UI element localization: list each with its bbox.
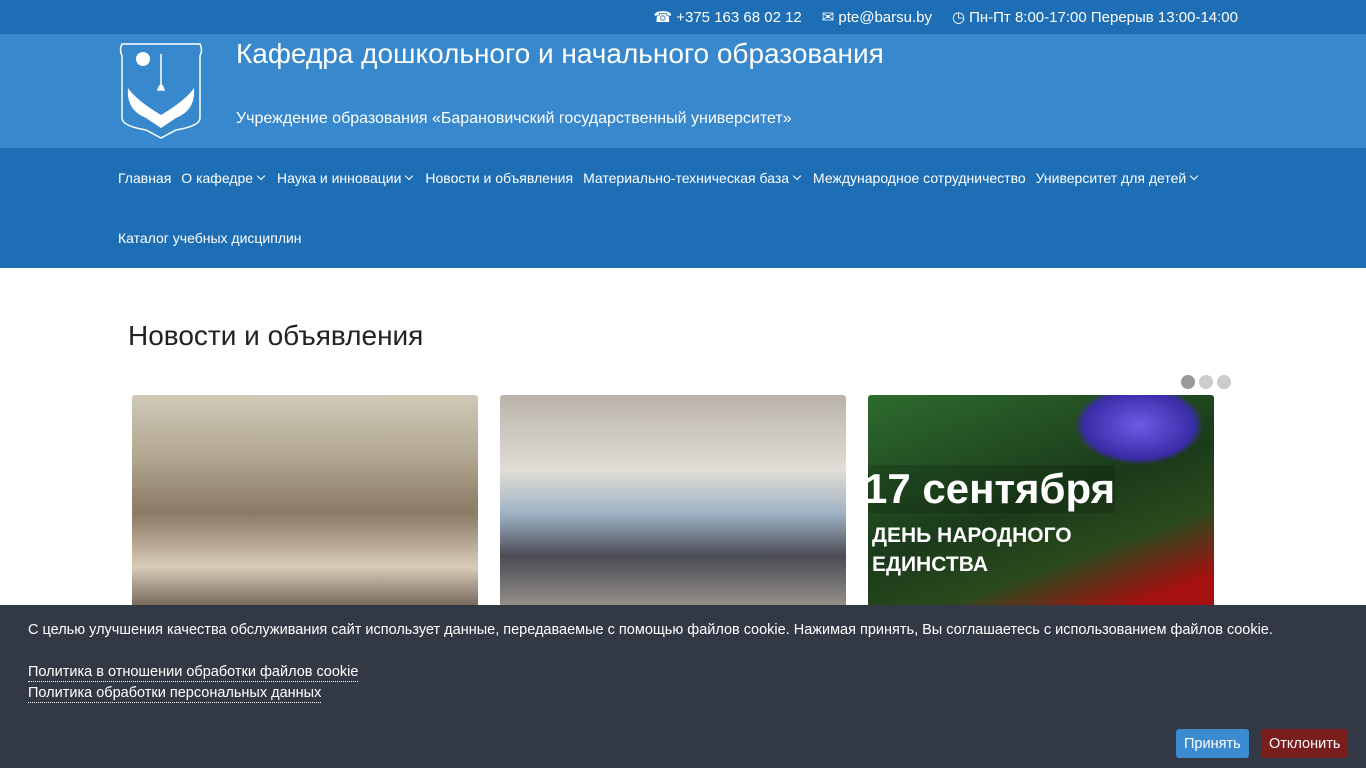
accept-button[interactable]: Принять bbox=[1176, 729, 1249, 758]
email[interactable]: ✉ pte@barsu.by bbox=[821, 8, 932, 27]
nav-item[interactable]: О кафедре bbox=[181, 170, 267, 186]
main-nav: Главная О кафедре Наука и инновации Новости… bbox=[0, 148, 1366, 268]
cookie-policy-link[interactable]: Политика в отношении обработки файлов co… bbox=[28, 664, 359, 682]
news-card-image[interactable] bbox=[500, 395, 846, 610]
header: Кафедра дошкольного и начального образов… bbox=[0, 34, 1366, 148]
privacy-policy-link[interactable]: Политика обработки персональных данных bbox=[28, 685, 322, 703]
nav-item[interactable]: Университет для детей bbox=[1036, 170, 1201, 186]
nav-item-catalog[interactable]: Каталог учебных дисциплин bbox=[118, 230, 302, 246]
slider-dot[interactable] bbox=[1217, 375, 1231, 389]
site-title[interactable]: Кафедра дошкольного и начального образов… bbox=[236, 38, 884, 70]
nav-item[interactable]: Наука и инновации bbox=[277, 170, 415, 186]
nav-item[interactable]: Международное сотрудничество bbox=[813, 170, 1026, 186]
news-card-image[interactable]: 17 сентября ДЕНЬ НАРОДНОГО ЕДИНСТВА bbox=[868, 395, 1214, 610]
top-bar: ☎ +375 163 68 02 12 ✉ pte@barsu.by ◷ Пн-Пт … bbox=[0, 0, 1366, 34]
chevron-down-icon bbox=[792, 171, 802, 181]
phone-icon: ☎ bbox=[653, 9, 673, 26]
site-subtitle: Учреждение образования «Барановичский го… bbox=[236, 110, 792, 127]
cookie-text: С целью улучшения качества обслуживания … bbox=[28, 622, 1273, 638]
nav-item[interactable]: Главная bbox=[118, 170, 171, 186]
nav-item[interactable]: Материально-техническая база bbox=[583, 170, 803, 186]
cookie-banner: С целью улучшения качества обслуживания … bbox=[0, 605, 1366, 768]
chevron-down-icon bbox=[405, 171, 414, 181]
chevron-down-icon bbox=[1189, 171, 1199, 181]
hours: ◷ Пн-Пт 8:00-17:00 Перерыв 13:00-14:00 bbox=[951, 8, 1238, 27]
chevron-down-icon bbox=[256, 171, 266, 181]
nav-item[interactable]: Новости и объявления bbox=[425, 170, 573, 186]
decline-button[interactable]: Отклонить bbox=[1261, 729, 1349, 758]
page-title: Новости и объявления bbox=[128, 320, 424, 351]
university-logo[interactable] bbox=[116, 40, 206, 140]
news-card-image[interactable] bbox=[132, 395, 478, 610]
phone[interactable]: ☎ +375 163 68 02 12 bbox=[653, 8, 802, 27]
slider-dot[interactable] bbox=[1199, 375, 1213, 389]
cornflower-image bbox=[1074, 395, 1204, 465]
slider-pagination bbox=[1181, 375, 1231, 389]
clock-icon: ◷ bbox=[951, 9, 966, 26]
slider-dot[interactable] bbox=[1181, 375, 1195, 389]
envelope-icon: ✉ bbox=[821, 9, 835, 26]
